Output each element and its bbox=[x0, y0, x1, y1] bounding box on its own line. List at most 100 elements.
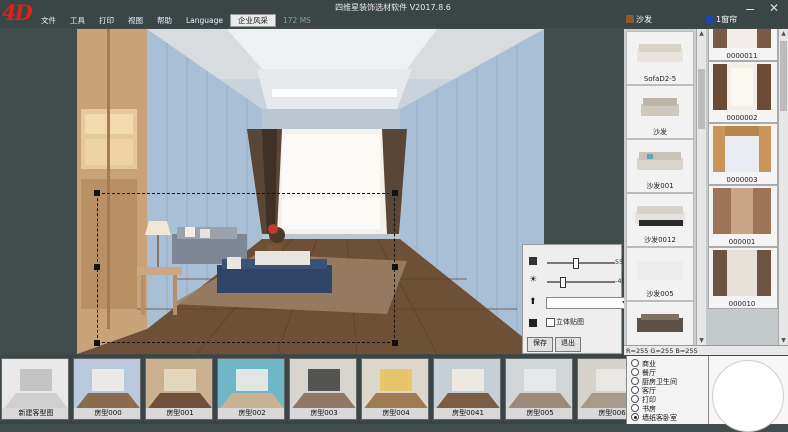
category-option[interactable]: 墙纸客卧室 bbox=[631, 413, 677, 422]
tab-sofa-label: 沙发 bbox=[636, 15, 652, 24]
library-item-sofa-1[interactable]: 沙发 bbox=[626, 85, 694, 139]
room-thumbnail bbox=[146, 359, 212, 411]
contrast-slider-thumb[interactable] bbox=[559, 277, 566, 288]
radio-icon[interactable] bbox=[631, 377, 639, 385]
category-option[interactable]: 餐厅 bbox=[631, 368, 656, 377]
room-thumbnail bbox=[74, 359, 140, 411]
room-type-label: 房型000 bbox=[74, 408, 140, 419]
room-thumbnail bbox=[2, 359, 68, 411]
radio-icon[interactable] bbox=[631, 359, 639, 367]
room-type-label: 房型001 bbox=[146, 408, 212, 419]
category-option[interactable]: 书房 bbox=[631, 404, 656, 413]
sofa-thumbnail bbox=[637, 44, 683, 62]
library-item-sofa-3[interactable]: 沙发0012 bbox=[626, 193, 694, 247]
room-thumbnail bbox=[362, 359, 428, 411]
scroll-up-icon[interactable]: ▲ bbox=[698, 30, 705, 37]
library-item-curtain-3[interactable]: 000001 bbox=[708, 185, 778, 247]
contrast-slider[interactable] bbox=[547, 277, 615, 288]
room-type-item[interactable]: 房型003 bbox=[289, 358, 357, 420]
save-button[interactable]: 保存 bbox=[527, 337, 553, 352]
resize-handle-tr[interactable] bbox=[392, 190, 398, 196]
room-type-label: 房型0041 bbox=[434, 408, 500, 419]
curtain-library-list: 0000011 0000002 0000003 000001 000010 bbox=[706, 29, 778, 345]
room-type-label: 房型005 bbox=[506, 408, 572, 419]
menu-item-1[interactable]: 工具 bbox=[63, 14, 92, 27]
sofa-thumbnail bbox=[637, 262, 683, 280]
category-option[interactable]: 厨房卫生间 bbox=[631, 377, 677, 386]
room-type-item[interactable]: 房型001 bbox=[145, 358, 213, 420]
radio-icon[interactable] bbox=[631, 395, 639, 403]
room-type-label: 房型002 bbox=[218, 408, 284, 419]
category-option[interactable]: 客厅 bbox=[631, 386, 656, 395]
menu-item-5[interactable]: Language bbox=[179, 14, 230, 27]
menu-item-0[interactable]: 文件 bbox=[34, 14, 63, 27]
library-item-sofa-0[interactable]: SofaD2-5 bbox=[626, 31, 694, 85]
room-type-item[interactable]: 房型005 bbox=[505, 358, 573, 420]
scroll-up-icon[interactable]: ▲ bbox=[780, 30, 787, 37]
menu-item-3[interactable]: 视图 bbox=[121, 14, 150, 27]
library-item-sofa-4[interactable]: 沙发005 bbox=[626, 247, 694, 301]
library-item-label: 0000003 bbox=[726, 176, 758, 184]
menu-item-2[interactable]: 打印 bbox=[92, 14, 121, 27]
library-item-label: SofaD2-5 bbox=[643, 75, 677, 83]
tab-sofa-library[interactable]: 沙发 bbox=[626, 13, 706, 27]
sofa-thumbnail bbox=[641, 98, 679, 116]
resize-handle-right[interactable] bbox=[392, 264, 398, 270]
room-type-label: 新建客型图 bbox=[2, 408, 68, 419]
library-item-curtain-2[interactable]: 0000003 bbox=[708, 123, 778, 185]
sofa-thumbnail bbox=[635, 206, 685, 226]
tab-curtain-label: 1窗帘 bbox=[716, 15, 738, 24]
curtain-thumbnail bbox=[713, 126, 771, 172]
library-item-label: 0000002 bbox=[726, 114, 758, 122]
app-logo: 4D bbox=[2, 0, 33, 25]
room-thumbnail bbox=[434, 359, 500, 411]
library-item-label: 000001 bbox=[728, 238, 756, 246]
menu-item-4[interactable]: 帮助 bbox=[150, 14, 179, 27]
radio-icon[interactable] bbox=[631, 413, 639, 421]
menu-item-6[interactable]: 企业风采 bbox=[230, 14, 277, 27]
library-item-curtain-1[interactable]: 0000002 bbox=[708, 61, 778, 123]
library-item-label: 沙发0012 bbox=[644, 236, 676, 244]
radio-icon[interactable] bbox=[631, 386, 639, 394]
room-scene-canvas[interactable] bbox=[77, 29, 544, 354]
library-item-sofa-2[interactable]: 沙发001 bbox=[626, 139, 694, 193]
scroll-down-icon[interactable]: ▼ bbox=[698, 337, 705, 344]
window-title: 四维星装饰选材软件 V2017.8.6 bbox=[335, 3, 451, 12]
sofa-library-scrollbar[interactable]: ▲ ▼ bbox=[696, 29, 706, 345]
scroll-down-icon[interactable]: ▼ bbox=[780, 337, 787, 344]
radio-icon[interactable] bbox=[631, 368, 639, 376]
texture-dropdown[interactable] bbox=[546, 297, 632, 309]
category-label: 商业 bbox=[642, 360, 656, 368]
category-label: 墙纸客卧室 bbox=[642, 414, 677, 422]
room-thumbnail bbox=[506, 359, 572, 411]
library-item-sofa-5[interactable] bbox=[626, 301, 694, 345]
resize-handle-tl[interactable] bbox=[94, 190, 100, 196]
library-item-label: 0000011 bbox=[726, 52, 758, 60]
sofa-thumbnail bbox=[637, 152, 683, 170]
resize-handle-left[interactable] bbox=[94, 264, 100, 270]
resize-handle-bl[interactable] bbox=[94, 340, 100, 346]
library-item-curtain-0[interactable]: 0000011 bbox=[708, 29, 778, 61]
category-option[interactable]: 商业 bbox=[631, 359, 656, 368]
category-option[interactable]: 打印 bbox=[631, 395, 656, 404]
room-type-label: 房型004 bbox=[362, 408, 428, 419]
room-type-item[interactable]: 房型000 bbox=[73, 358, 141, 420]
resize-handle-br[interactable] bbox=[392, 340, 398, 346]
room-type-item[interactable]: 房型0041 bbox=[433, 358, 501, 420]
scrollbar-thumb[interactable] bbox=[698, 69, 705, 129]
room-type-label: 房型003 bbox=[290, 408, 356, 419]
curtain-thumbnail bbox=[713, 188, 771, 234]
room-type-item[interactable]: 新建客型图 bbox=[1, 358, 69, 420]
radio-icon[interactable] bbox=[631, 404, 639, 412]
sofa-thumbnail bbox=[637, 314, 683, 332]
tab-curtain-library[interactable]: 1窗帘 bbox=[706, 13, 786, 27]
brightness-slider-thumb[interactable] bbox=[572, 258, 579, 269]
library-item-curtain-4[interactable]: 000010 bbox=[708, 247, 778, 309]
room-type-item[interactable]: 房型004 bbox=[361, 358, 429, 420]
room-type-item[interactable]: 房型002 bbox=[217, 358, 285, 420]
texture-3d-checkbox[interactable] bbox=[546, 318, 555, 327]
scrollbar-thumb[interactable] bbox=[780, 41, 787, 111]
brightness-slider[interactable] bbox=[547, 258, 615, 269]
curtain-library-scrollbar[interactable]: ▲ ▼ bbox=[778, 29, 788, 345]
exit-button[interactable]: 退出 bbox=[555, 337, 581, 352]
